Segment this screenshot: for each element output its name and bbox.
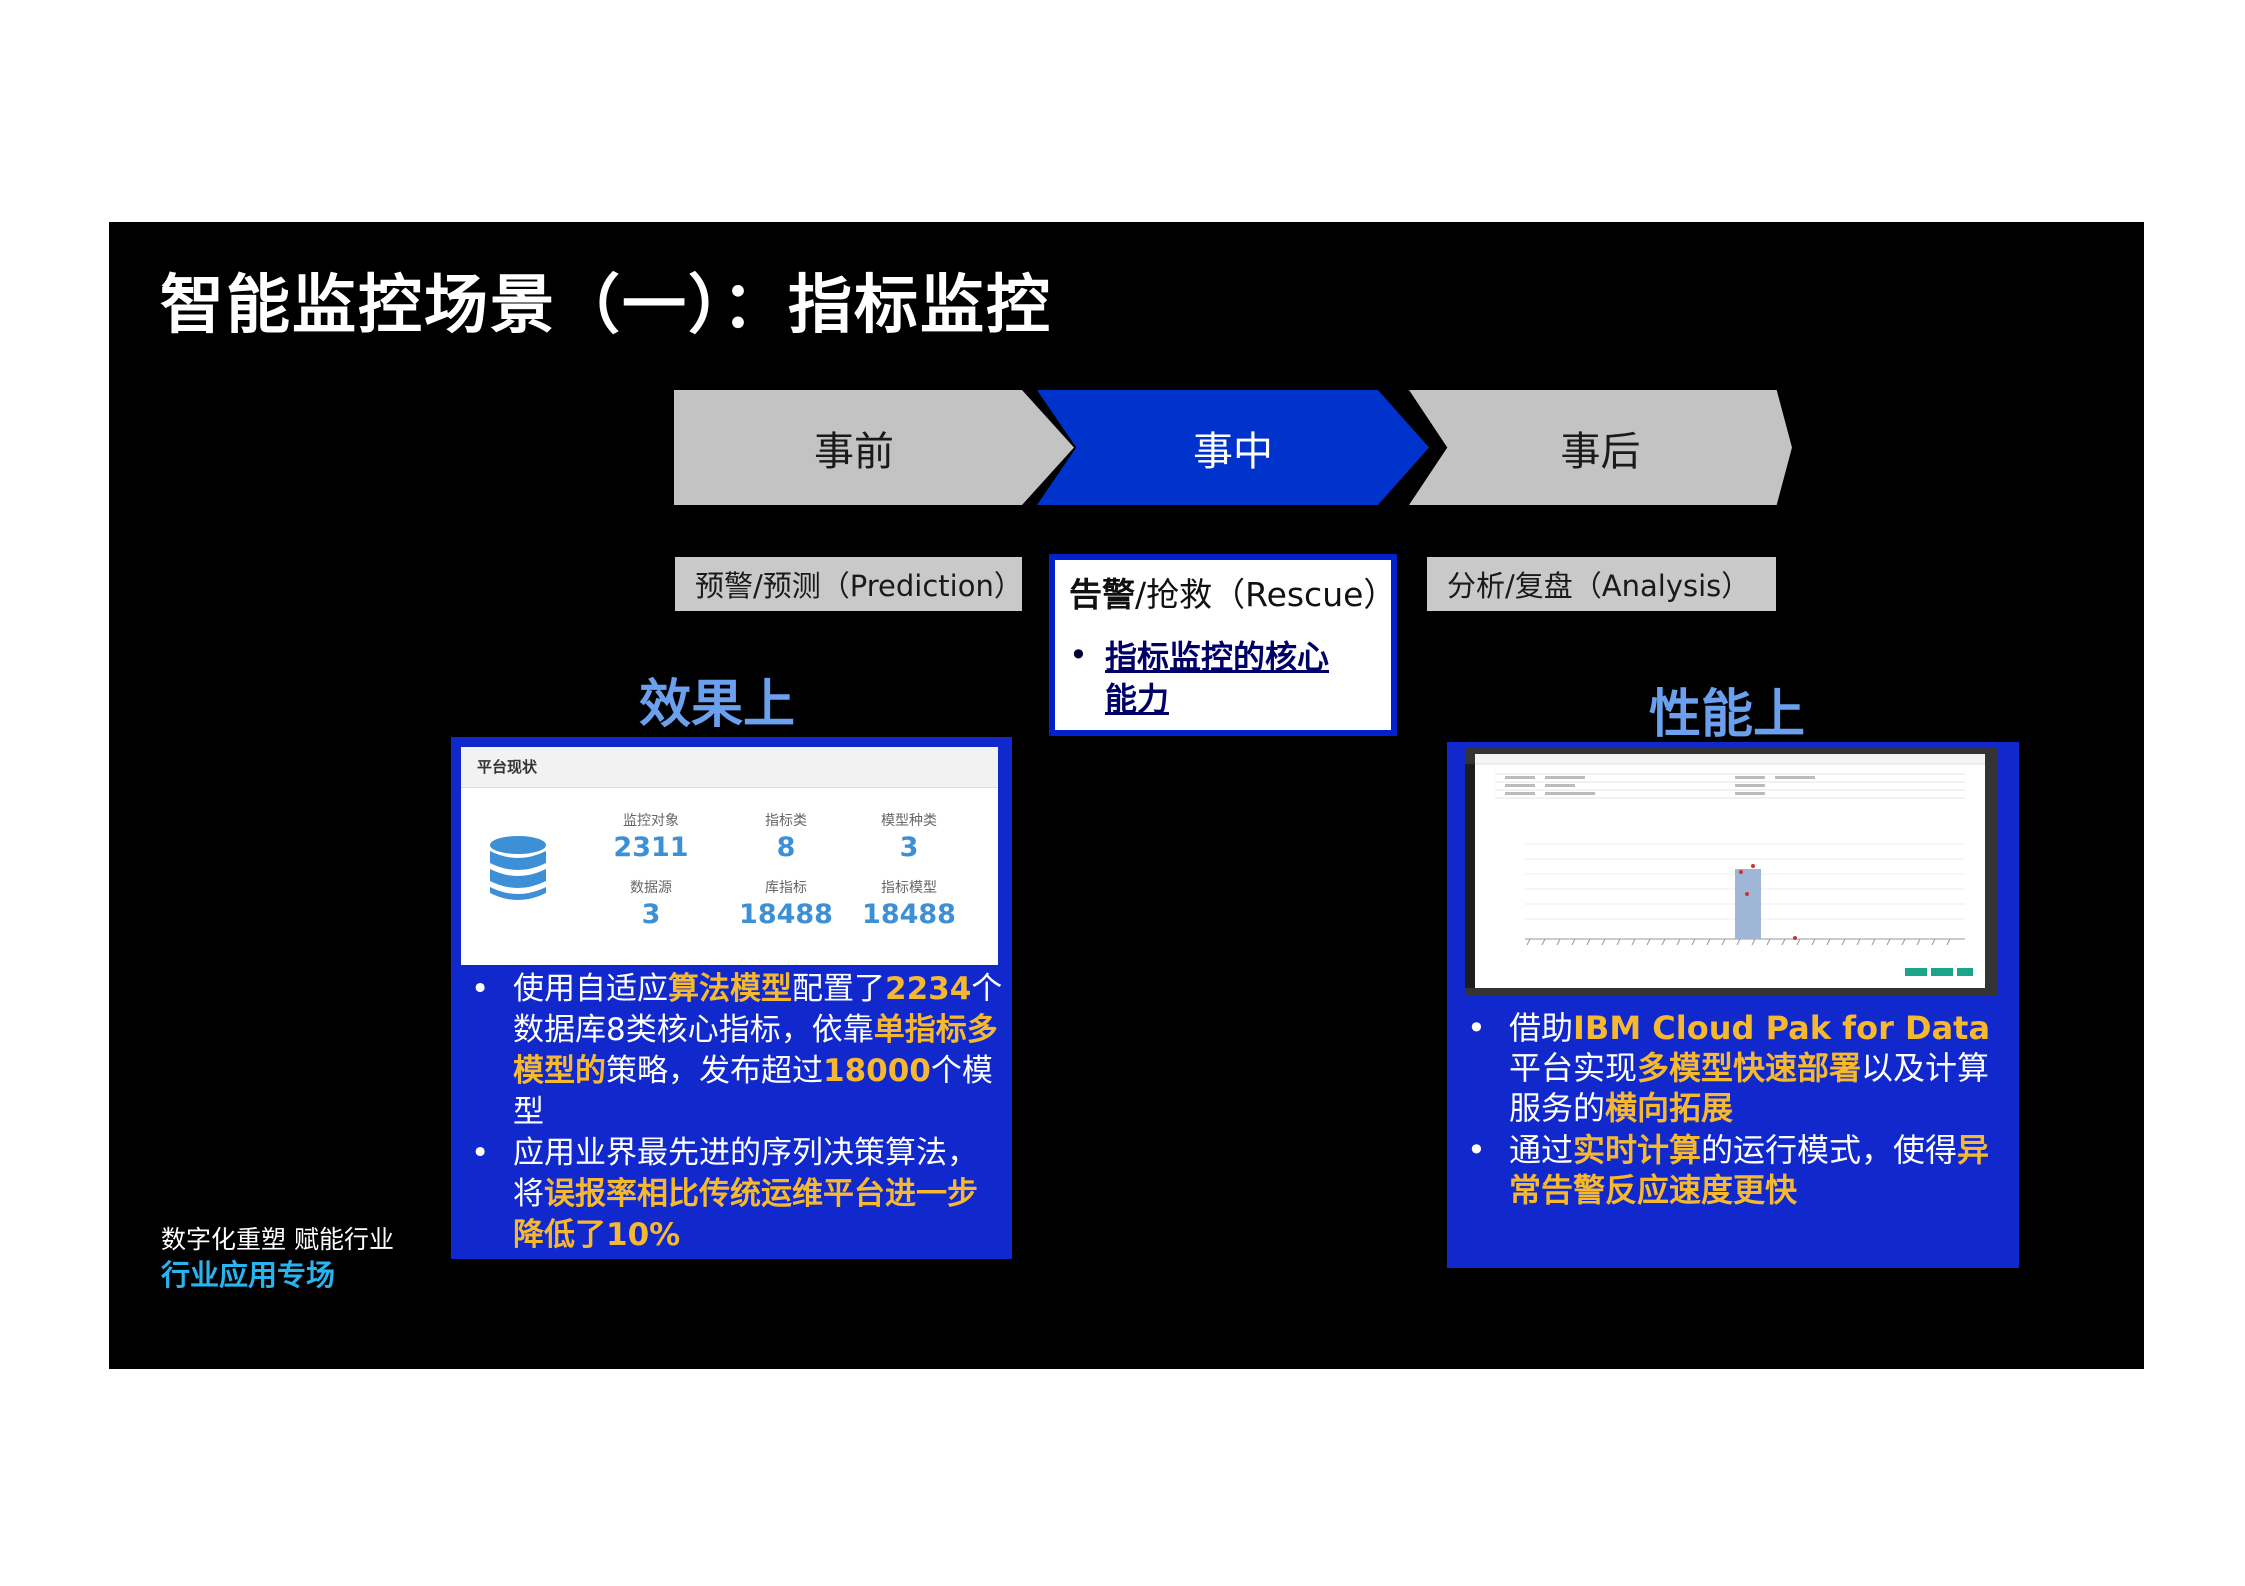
effect-bullets: • 使用自适应算法模型配置了2234个数据库8类核心指标，依靠单指标多模型的策略，…: [465, 969, 1005, 1256]
bullet-dot: •: [471, 1135, 490, 1171]
bullet-item: • 借助IBM Cloud Pak for Data平台实现多模型快速部署以及计算…: [1461, 1008, 2016, 1128]
stage-before-label: 事前: [814, 428, 894, 475]
bullet-item: • 应用业界最先进的序列决策算法，将误报率相比传统运维平台进一步降低了10%: [465, 1133, 1005, 1256]
slide: 智能监控场景（一）：指标监控 事前 事中 事后 预警/预测（Prediction…: [109, 222, 2144, 1369]
phase-rescue-title: 告警/抢救（Rescue）: [1069, 575, 1397, 614]
performance-bullets: • 借助IBM Cloud Pak for Data平台实现多模型快速部署以及计算…: [1461, 1008, 2016, 1210]
performance-heading: 性能上: [1649, 685, 1806, 745]
highlight-text: 多模型快速部署: [1637, 1049, 1862, 1087]
highlight-text: 18000: [823, 1053, 931, 1089]
screenshot-window: [1475, 754, 1985, 988]
bullet-dot: •: [1467, 1131, 1486, 1169]
database-icon: [490, 836, 546, 900]
bullet-item: • 使用自适应算法模型配置了2234个数据库8类核心指标，依靠单指标多模型的策略，…: [465, 969, 1005, 1133]
phase-prediction: 预警/预测（Prediction）: [675, 557, 1023, 611]
stat-metric-models: 指标模型 18488: [862, 880, 956, 930]
screenshot-sidebar: [1465, 764, 1475, 988]
plain-text: 使用自适应: [513, 971, 668, 1007]
stat-db-metrics: 库指标 18488: [739, 880, 833, 930]
stage-during-label: 事中: [1193, 428, 1273, 475]
bullet-text: 应用业界最先进的序列决策算法，将误报率相比传统运维平台进一步降低了10%: [513, 1133, 1005, 1256]
highlight-text: 误报率相比传统运维平台进一步降低了10%: [513, 1176, 978, 1253]
stage-after: 事后: [1409, 390, 1792, 505]
performance-panel: • 借助IBM Cloud Pak for Data平台实现多模型快速部署以及计算…: [1447, 742, 2019, 1268]
plain-text: 通过: [1509, 1131, 1574, 1169]
phase-analysis: 分析/复盘（Analysis）: [1427, 557, 1776, 611]
monitoring-screenshot: [1465, 748, 1997, 996]
plain-text: 平台实现: [1509, 1049, 1638, 1087]
plain-text: 借助: [1509, 1009, 1574, 1047]
bullet-text: 通过实时计算的运行模式，使得异常告警反应速度更快: [1509, 1130, 2016, 1210]
card-title: 平台现状: [461, 747, 998, 788]
highlight-text: 横向拓展: [1605, 1089, 1734, 1127]
platform-status-card: 平台现状 监控对象 2311 指标类 8 模型种类 3 数据源 3 库指标 18488: [461, 747, 998, 965]
footer-session: 行业应用专场: [161, 1258, 336, 1292]
highlight-text: 实时计算: [1573, 1131, 1702, 1169]
stat-data-sources: 数据源 3: [630, 880, 672, 930]
stat-model-types: 模型种类 3: [881, 813, 937, 863]
stat-metric-types: 指标类 8: [765, 813, 807, 863]
bullet-item: • 通过实时计算的运行模式，使得异常告警反应速度更快: [1461, 1130, 2016, 1210]
phase-rescue-box: 告警/抢救（Rescue） • 指标监控的核心能力: [1049, 554, 1397, 736]
bullet-dot: •: [471, 971, 490, 1007]
highlight-text: 2234: [885, 971, 972, 1007]
plain-text: 配置了: [792, 971, 885, 1007]
bullet-text: 借助IBM Cloud Pak for Data平台实现多模型快速部署以及计算服…: [1509, 1008, 2016, 1128]
rescue-bullet-text: 指标监控的核心能力: [1105, 638, 1330, 718]
stage-before: 事前: [674, 390, 1074, 505]
effect-panel: 平台现状 监控对象 2311 指标类 8 模型种类 3 数据源 3 库指标 18488: [451, 737, 1012, 1259]
highlight-text: IBM Cloud Pak for Data: [1573, 1009, 1991, 1047]
footer-tagline: 数字化重塑 赋能行业: [161, 1225, 394, 1254]
stat-monitored-objects: 监控对象 2311: [613, 813, 689, 863]
bullet-dot: •: [1467, 1009, 1486, 1047]
screenshot-chart: [1475, 754, 1985, 976]
plain-text: 策略，发布超过: [606, 1053, 823, 1089]
stage-after-label: 事后: [1560, 428, 1641, 475]
bullet-dot: •: [1069, 636, 1088, 674]
stage-during: 事中: [1037, 390, 1429, 505]
effect-heading: 效果上: [639, 675, 796, 735]
slide-title: 智能监控场景（一）：指标监控: [160, 269, 1052, 343]
bullet-text: 使用自适应算法模型配置了2234个数据库8类核心指标，依靠单指标多模型的策略，发…: [513, 969, 1005, 1133]
plain-text: 的运行模式，使得: [1701, 1131, 1958, 1169]
highlight-text: 算法模型: [668, 971, 792, 1007]
rescue-bullet: • 指标监控的核心能力: [1069, 636, 1377, 720]
